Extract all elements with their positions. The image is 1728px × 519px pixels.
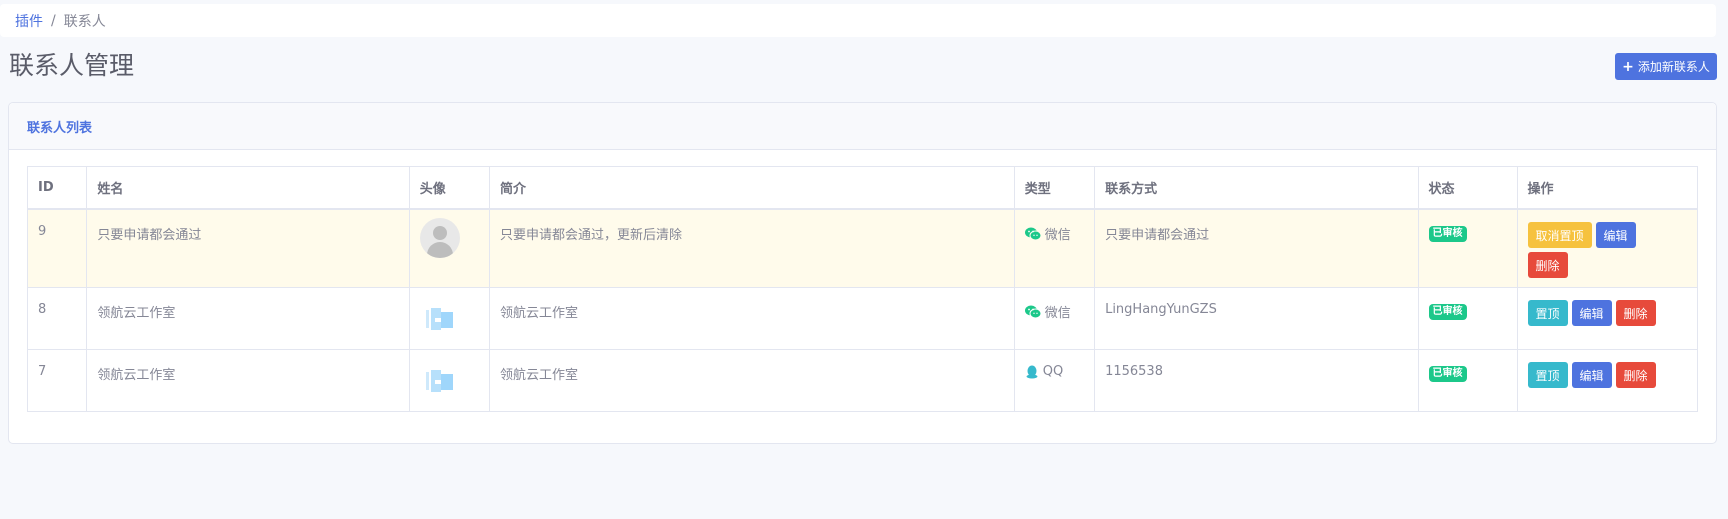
page-title: 联系人管理 [9, 51, 135, 80]
column-header-avatar[interactable]: 头像 [408, 166, 491, 210]
cell-intro: 领航云工作室 [489, 349, 1015, 412]
cell-name: 只要申请都会通过 [86, 208, 410, 288]
table-row: 9 只要申请都会通过 只要申请都会通过，更新后清除 微信 只要申请都会通过 已审… [26, 208, 1699, 288]
qq-icon [1026, 365, 1038, 378]
column-header-intro[interactable]: 简介 [489, 166, 1015, 210]
status-badge: 已审核 [1428, 366, 1467, 382]
column-header-id[interactable]: ID [26, 166, 88, 210]
pin-button[interactable]: 置顶 [1527, 362, 1568, 388]
cell-name: 领航云工作室 [86, 349, 410, 412]
add-contact-button[interactable]: + 添加新联系人 [1615, 53, 1717, 80]
cell-contact: 只要申请都会通过 [1094, 208, 1419, 288]
column-header-actions[interactable]: 操作 [1516, 166, 1699, 210]
breadcrumb-current: 联系人 [63, 13, 106, 30]
type-label: 微信 [1044, 306, 1071, 321]
card-header: 联系人列表 [9, 103, 1716, 150]
edit-button[interactable]: 编辑 [1571, 300, 1612, 326]
type-label: QQ [1042, 364, 1064, 379]
column-header-contact[interactable]: 联系方式 [1094, 166, 1419, 210]
studio-logo-icon [425, 370, 453, 392]
type-label: 微信 [1044, 228, 1071, 243]
plus-icon: + [1622, 58, 1634, 75]
table-row: 7 领航云工作室 领航云工作室 QQ 1156538 已审核 置顶 编辑 删除 [26, 349, 1699, 412]
cell-id: 9 [26, 208, 88, 288]
cell-type: QQ [1013, 349, 1096, 412]
cell-intro: 只要申请都会通过，更新后清除 [489, 208, 1015, 288]
cell-type: 微信 [1013, 287, 1096, 350]
unpin-button[interactable]: 取消置顶 [1527, 222, 1592, 248]
cell-status: 已审核 [1417, 208, 1518, 288]
cell-status: 已审核 [1417, 349, 1518, 412]
breadcrumb-link-plugins[interactable]: 插件 [15, 11, 43, 31]
cell-contact: LingHangYunGZS [1094, 287, 1419, 350]
table-header-row: ID 姓名 头像 简介 类型 联系方式 状态 操作 [26, 166, 1699, 210]
cell-intro: 领航云工作室 [489, 287, 1015, 350]
contact-list-card: 联系人列表 ID 姓名 头像 简介 类型 联系方式 状态 操作 9 只要申请都会… [8, 102, 1717, 444]
cell-contact: 1156538 [1094, 349, 1419, 412]
column-header-name[interactable]: 姓名 [86, 166, 410, 210]
column-header-status[interactable]: 状态 [1417, 166, 1518, 210]
breadcrumb: 插件 / 联系人 [0, 4, 1716, 37]
delete-button[interactable]: 删除 [1615, 300, 1656, 326]
cell-avatar [408, 349, 491, 412]
wechat-icon [1024, 305, 1041, 318]
delete-button[interactable]: 删除 [1615, 362, 1656, 388]
edit-button[interactable]: 编辑 [1595, 222, 1636, 248]
cell-avatar [408, 287, 491, 350]
table-row: 8 领航云工作室 领航云工作室 微信 LingHangYunGZS 已审核 置顶… [26, 287, 1699, 350]
cell-type: 微信 [1013, 208, 1096, 288]
cell-actions: 取消置顶 编辑删除 [1516, 208, 1699, 288]
cell-id: 8 [26, 287, 88, 350]
edit-button[interactable]: 编辑 [1571, 362, 1612, 388]
studio-logo-icon [425, 308, 453, 330]
add-contact-label: 添加新联系人 [1637, 60, 1710, 74]
cell-name: 领航云工作室 [86, 287, 410, 350]
cell-id: 7 [26, 349, 88, 412]
column-header-type[interactable]: 类型 [1013, 166, 1096, 210]
default-avatar-icon [419, 218, 460, 258]
status-badge: 已审核 [1428, 304, 1467, 320]
cell-avatar [408, 208, 491, 288]
cell-actions: 置顶 编辑 删除 [1516, 349, 1699, 412]
pin-button[interactable]: 置顶 [1527, 300, 1568, 326]
delete-button[interactable]: 删除 [1527, 252, 1568, 278]
contacts-table: ID 姓名 头像 简介 类型 联系方式 状态 操作 9 只要申请都会通过 只要申… [26, 166, 1699, 412]
status-badge: 已审核 [1428, 226, 1467, 242]
wechat-icon [1024, 227, 1041, 240]
breadcrumb-separator: / [51, 12, 56, 29]
cell-status: 已审核 [1417, 287, 1518, 350]
cell-actions: 置顶 编辑 删除 [1516, 287, 1699, 350]
